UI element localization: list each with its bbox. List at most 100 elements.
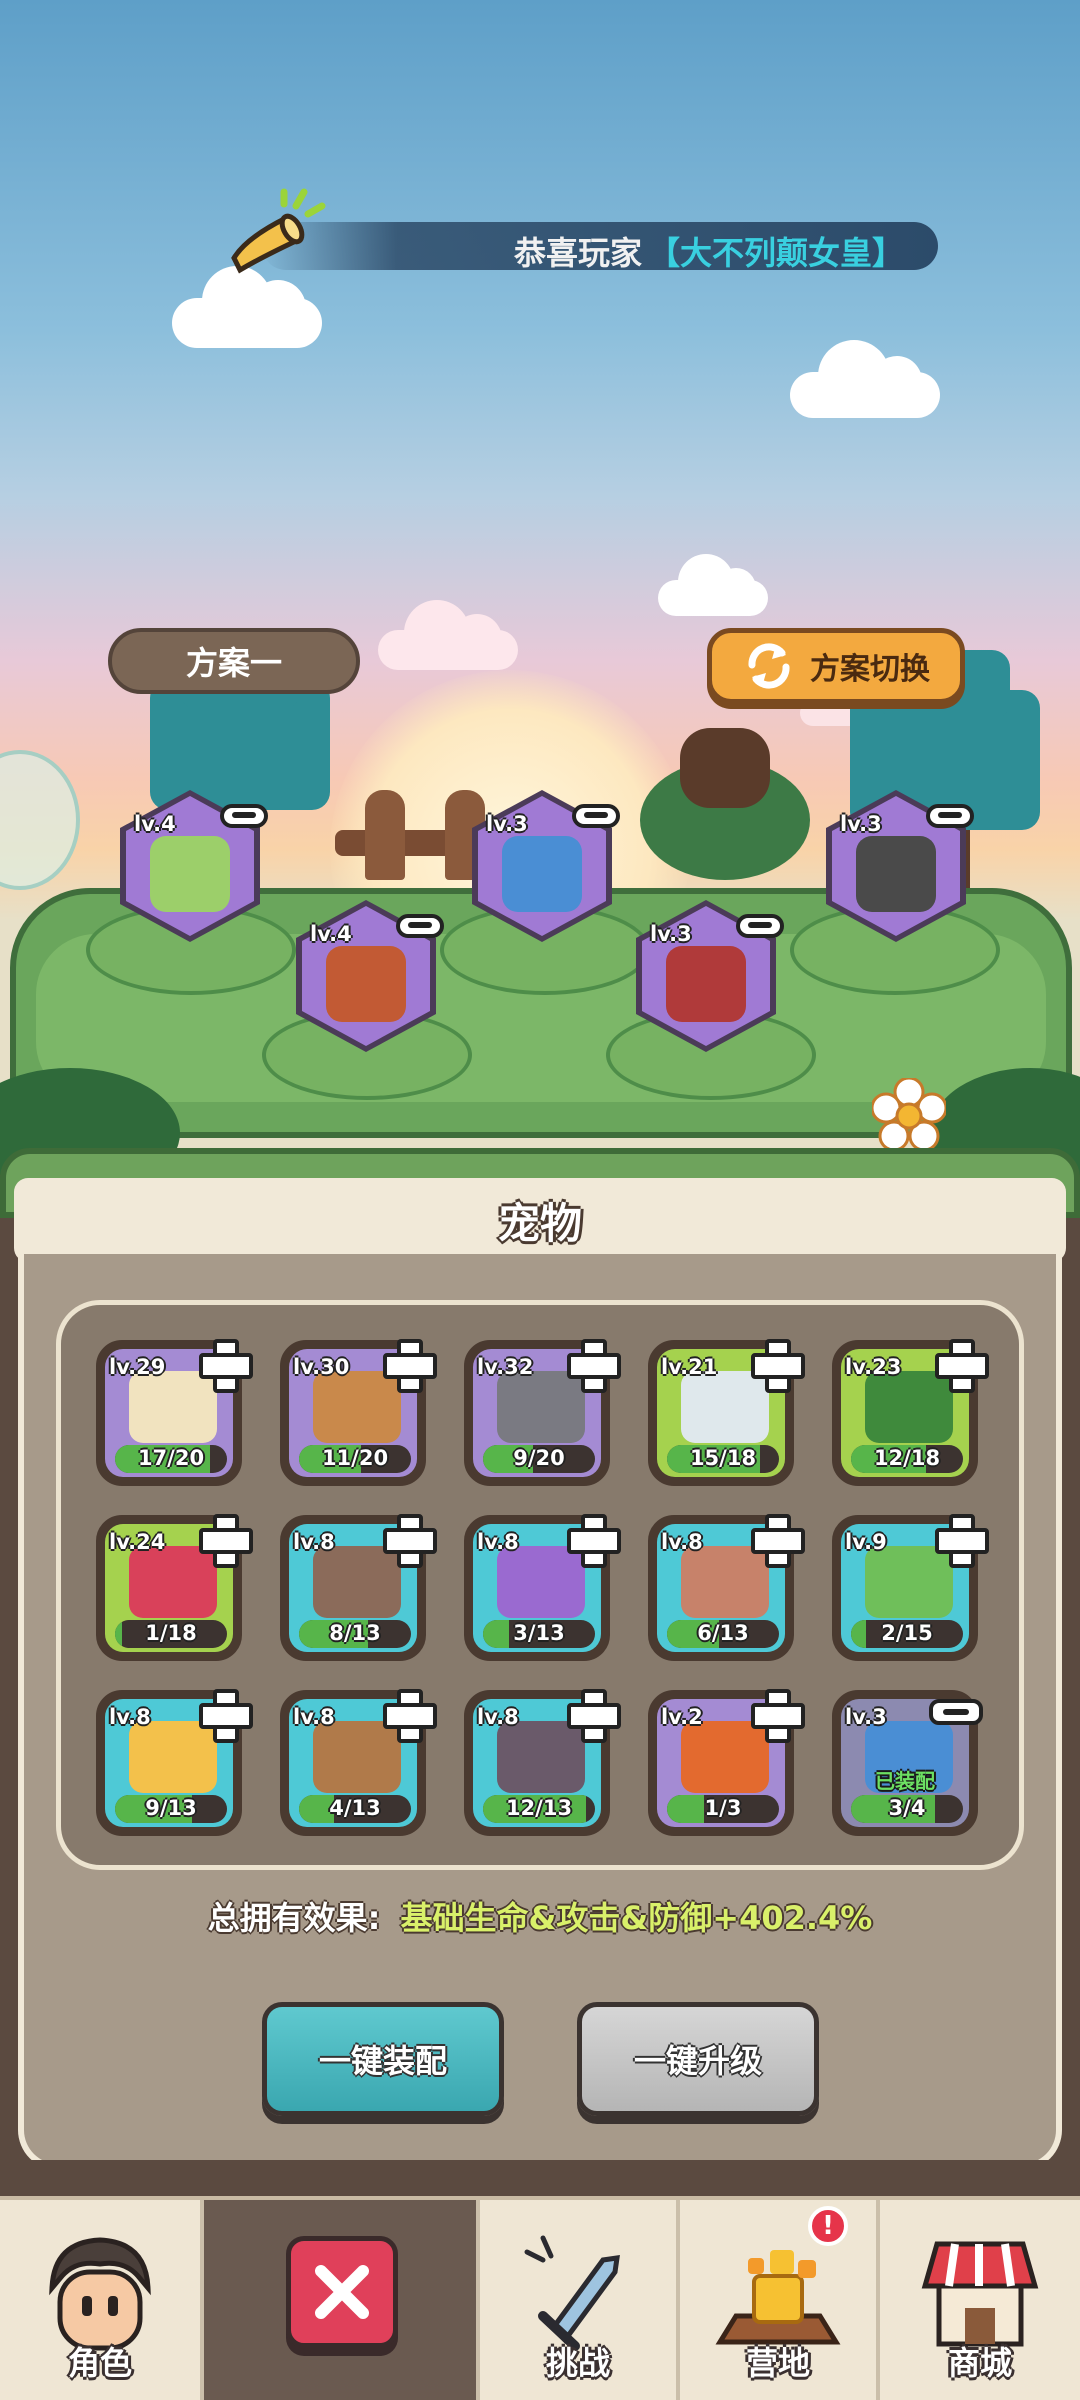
rhino-pet [502, 836, 582, 912]
pet-card[interactable]: lv.2 1/3 [648, 1689, 805, 1836]
equip-plus-button[interactable] [381, 1687, 437, 1743]
shard-count: 12/18 [873, 1446, 941, 1470]
nav-close[interactable] [204, 2200, 480, 2400]
equipped-pet[interactable]: lv.3 [472, 790, 620, 942]
bottom-nav: 角色 挑战 ! 营地 商城 [0, 2196, 1080, 2400]
nav-shop[interactable]: 商城 [880, 2200, 1080, 2400]
shard-progress-bar: 15/18 [667, 1445, 779, 1473]
nav-label: 角色 [67, 2344, 132, 2382]
shard-progress-bar: 12/13 [483, 1795, 595, 1823]
pet-card[interactable]: lv.23 12/18 [832, 1339, 989, 1486]
pet-level: lv.8 [109, 1705, 151, 1729]
pet-card[interactable]: lv.9 2/15 [832, 1514, 989, 1661]
equip-plus-button[interactable] [565, 1687, 621, 1743]
notification-badge: ! [808, 2206, 848, 2246]
nav-label: 营地 [745, 2344, 810, 2382]
flower-icon [872, 1078, 946, 1152]
pet-card[interactable]: lv.8 8/13 [280, 1514, 437, 1661]
pet-card[interactable]: lv.8 12/13 [464, 1689, 621, 1836]
unequip-button[interactable] [220, 804, 268, 828]
unequip-button[interactable] [929, 1699, 983, 1725]
shard-count: 3/4 [888, 1796, 926, 1820]
frog-pet [150, 836, 230, 912]
pet-card[interactable]: lv.30 11/20 [280, 1339, 437, 1486]
equip-plus-button[interactable] [565, 1512, 621, 1568]
equip-plus-button[interactable] [565, 1337, 621, 1393]
shard-progress-bar: 4/13 [299, 1795, 411, 1823]
shard-count: 8/13 [329, 1621, 381, 1645]
unequip-button[interactable] [572, 804, 620, 828]
pet-card[interactable]: lv.3 已装配 3/4 [832, 1690, 983, 1836]
equip-plus-button[interactable] [197, 1337, 253, 1393]
equip-plus-button[interactable] [381, 1337, 437, 1393]
equip-plus-button[interactable] [749, 1687, 805, 1743]
unequip-button[interactable] [926, 804, 974, 828]
equipped-pet[interactable]: lv.4 [296, 900, 444, 1052]
equip-plus-button[interactable] [749, 1512, 805, 1568]
equip-plus-button[interactable] [933, 1512, 989, 1568]
nav-character[interactable]: 角色 [0, 2200, 204, 2400]
equip-plus-button[interactable] [197, 1512, 253, 1568]
pet-level: lv.8 [293, 1530, 335, 1554]
pet-card[interactable]: lv.29 17/20 [96, 1339, 253, 1486]
equipped-pet[interactable]: lv.3 [826, 790, 974, 942]
cloud [658, 554, 768, 616]
pet-card[interactable]: lv.8 4/13 [280, 1689, 437, 1836]
pet-level: lv.30 [293, 1355, 350, 1379]
pet-level: lv.3 [650, 922, 692, 946]
pet-card[interactable]: lv.8 3/13 [464, 1514, 621, 1661]
shard-count: 9/13 [145, 1796, 197, 1820]
shard-count: 3/13 [513, 1621, 565, 1645]
nav-label: 商城 [947, 2344, 1012, 2382]
pet-level: lv.23 [845, 1355, 902, 1379]
shard-count: 1/18 [145, 1621, 197, 1645]
shard-progress-bar: 3/4 [851, 1795, 963, 1823]
unequip-button[interactable] [396, 914, 444, 938]
horn-icon [231, 188, 326, 274]
plan-switch-button[interactable]: 方案切换 [707, 628, 965, 704]
bear-silhouette [680, 728, 770, 808]
equipped-label: 已装配 [875, 1769, 935, 1793]
panel-title: 宠物 [497, 1198, 582, 1248]
equip-plus-button[interactable] [749, 1337, 805, 1393]
swap-icon [748, 643, 790, 689]
equip-plus-button[interactable] [381, 1512, 437, 1568]
shard-count: 15/18 [689, 1446, 757, 1470]
pet-level: lv.9 [845, 1530, 887, 1554]
shard-progress-bar: 9/13 [115, 1795, 227, 1823]
equip-plus-button[interactable] [933, 1337, 989, 1393]
pet-card[interactable]: lv.8 9/13 [96, 1689, 253, 1836]
pet-level: lv.3 [486, 812, 528, 836]
equipped-pet[interactable]: lv.3 [636, 900, 784, 1052]
shard-count: 17/20 [137, 1446, 205, 1470]
unequip-button[interactable] [736, 914, 784, 938]
shard-progress-bar: 17/20 [115, 1445, 227, 1473]
equipped-pet[interactable]: lv.4 [120, 790, 268, 942]
pet-level: lv.3 [845, 1705, 887, 1729]
effect-value: 基础生命&攻击&防御+402.4% [400, 1899, 873, 1937]
pet-card[interactable]: lv.32 9/20 [464, 1339, 621, 1486]
panel-bottom-frame [0, 2160, 1080, 2200]
shard-progress-bar: 3/13 [483, 1620, 595, 1648]
pet-level: lv.24 [109, 1530, 166, 1554]
shard-progress-bar: 6/13 [667, 1620, 779, 1648]
pet-level: lv.21 [661, 1355, 718, 1379]
equip-all-button[interactable]: 一键装配 [262, 2002, 504, 2116]
shard-count: 2/15 [881, 1621, 933, 1645]
nav-challenge[interactable]: 挑战 [480, 2200, 680, 2400]
close-button[interactable] [286, 2236, 398, 2348]
pet-level: lv.4 [134, 812, 176, 836]
pet-card[interactable]: lv.24 1/18 [96, 1514, 253, 1661]
upgrade-all-button[interactable]: 一键升级 [577, 2002, 819, 2116]
nav-label: 挑战 [545, 2344, 610, 2382]
pet-card[interactable]: lv.8 6/13 [648, 1514, 805, 1661]
pet-level: lv.8 [661, 1530, 703, 1554]
equip-plus-button[interactable] [197, 1687, 253, 1743]
shard-count: 11/20 [321, 1446, 389, 1470]
cloud [378, 600, 518, 670]
pet-level: lv.2 [661, 1705, 703, 1729]
shard-progress-bar: 1/3 [667, 1795, 779, 1823]
nav-camp[interactable]: ! 营地 [680, 2200, 880, 2400]
pet-card[interactable]: lv.21 15/18 [648, 1339, 805, 1486]
cloud [172, 266, 322, 348]
